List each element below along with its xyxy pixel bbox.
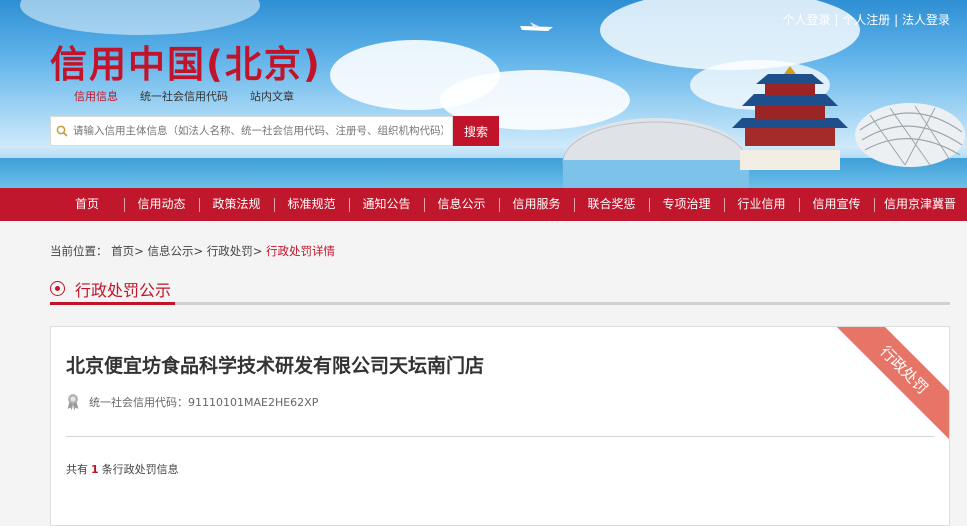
section-title: 行政处罚公示 — [75, 280, 172, 300]
tab-credit-code[interactable]: 统一社会信用代码 — [140, 88, 228, 104]
nav-joint-rewards[interactable]: 联合奖惩 — [574, 188, 649, 221]
breadcrumb-penalty[interactable]: 行政处罚 — [207, 244, 253, 258]
search-tabs: 信用信息 统一社会信用代码 站内文章 — [74, 88, 294, 104]
credit-code-row: 统一社会信用代码： 91110101MAE2HE62XP — [66, 393, 318, 411]
personal-login-link[interactable]: 个人登录 — [783, 13, 831, 27]
nav-industry-credit[interactable]: 行业信用 — [724, 188, 799, 221]
nav-jingjinji[interactable]: 信用京津冀晋 — [874, 188, 966, 221]
legal-login-link[interactable]: 法人登录 — [902, 13, 950, 27]
nav-standards[interactable]: 标准规范 — [274, 188, 349, 221]
nav-notices[interactable]: 通知公告 — [349, 188, 424, 221]
medal-icon — [67, 394, 79, 411]
nav-home[interactable]: 首页 — [50, 188, 124, 221]
breadcrumb-prefix: 当前位置： — [50, 244, 108, 258]
breadcrumb-home[interactable]: 首页 — [111, 244, 134, 258]
breadcrumb: 当前位置： 首页> 信息公示> 行政处罚> 行政处罚详情 — [50, 243, 335, 259]
penalty-detail-card: 行政处罚 北京便宜坊食品科学技术研发有限公司天坛南门店 统一社会信用代码： 91… — [50, 326, 950, 526]
company-name: 北京便宜坊食品科学技术研发有限公司天坛南门店 — [66, 355, 485, 377]
breadcrumb-separator: > — [134, 244, 144, 258]
search-box — [50, 116, 453, 146]
nav-disclosure[interactable]: 信息公示 — [424, 188, 499, 221]
count-number: 1 — [91, 463, 99, 476]
count-prefix: 共有 — [66, 463, 88, 476]
breadcrumb-separator: > — [193, 244, 204, 258]
circle-dot-icon — [50, 281, 65, 296]
tab-credit-info[interactable]: 信用信息 — [74, 88, 118, 104]
nav-credit-promotion[interactable]: 信用宣传 — [799, 188, 874, 221]
main-nav: 首页 信用动态 政策法规 标准规范 通知公告 信息公示 信用服务 联合奖惩 专项… — [0, 188, 967, 221]
breadcrumb-disclosure[interactable]: 信息公示 — [147, 244, 193, 258]
link-separator: | — [834, 13, 839, 27]
user-links: 个人登录 | 个人注册 | 法人登录 — [783, 11, 950, 28]
nav-credit-news[interactable]: 信用动态 — [124, 188, 199, 221]
section-header: 行政处罚公示 — [50, 275, 950, 305]
breadcrumb-current: 行政处罚详情 — [266, 244, 336, 258]
section-title-wrap: 行政处罚公示 — [50, 275, 176, 305]
record-count: 共有 1 条行政处罚信息 — [66, 461, 179, 477]
penalty-ribbon: 行政处罚 — [831, 327, 949, 443]
divider — [66, 436, 934, 437]
nav-credit-services[interactable]: 信用服务 — [499, 188, 574, 221]
search-icon — [51, 117, 73, 145]
count-suffix: 条行政处罚信息 — [101, 463, 179, 476]
nav-policies[interactable]: 政策法规 — [199, 188, 274, 221]
credit-code-value: 91110101MAE2HE62XP — [188, 395, 319, 409]
site-logo[interactable]: 信用中国(北京) — [50, 34, 322, 88]
nav-special-governance[interactable]: 专项治理 — [649, 188, 724, 221]
credit-code-label: 统一社会信用代码： — [89, 396, 188, 409]
breadcrumb-separator: > — [252, 244, 263, 258]
header-banner: 信用中国(北京) 个人登录 | 个人注册 | 法人登录 信用信息 统一社会信用代… — [0, 0, 967, 188]
personal-register-link[interactable]: 个人注册 — [842, 13, 890, 27]
link-separator: | — [894, 13, 899, 27]
search-input[interactable] — [73, 125, 443, 137]
search-button[interactable]: 搜索 — [453, 116, 499, 146]
tab-articles[interactable]: 站内文章 — [250, 88, 294, 104]
